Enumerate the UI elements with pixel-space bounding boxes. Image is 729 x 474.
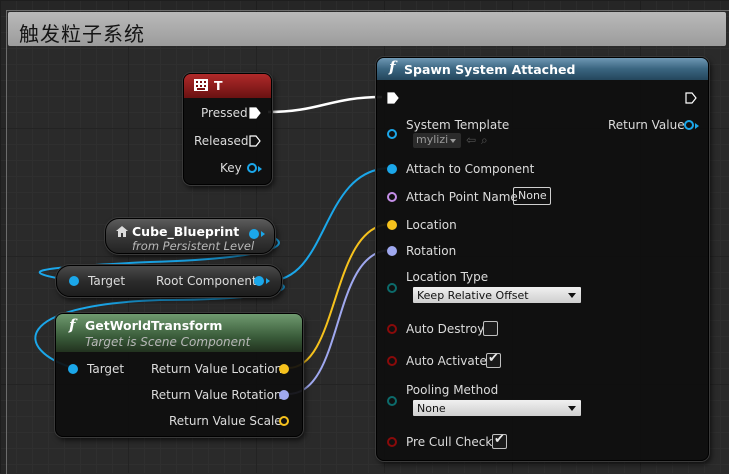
root-target-pin[interactable]: [69, 276, 79, 286]
attach-to-component-label: Attach to Component: [406, 162, 535, 176]
attach-to-component-pin[interactable]: [387, 164, 397, 174]
transform-target-pin[interactable]: [68, 364, 78, 374]
key-pin-arrow: [258, 166, 262, 172]
auto-destroy-pin[interactable]: [387, 324, 397, 334]
location-pin[interactable]: [387, 220, 397, 230]
root-output-label: Root Component: [156, 274, 257, 288]
pooling-method-pin[interactable]: [387, 396, 397, 406]
key-struct-pin[interactable]: [247, 163, 257, 173]
system-template-pin[interactable]: [387, 129, 397, 139]
key-event-title: T: [214, 78, 223, 93]
key-event-node[interactable]: T Pressed Released Key: [183, 73, 272, 185]
chevron-down-icon: [450, 139, 456, 143]
spawn-exec-in-pin[interactable]: [387, 92, 399, 104]
rotation-pin[interactable]: [387, 246, 397, 256]
location-type-dropdown[interactable]: Keep Relative Offset: [412, 286, 582, 304]
pressed-exec-pin[interactable]: [249, 107, 261, 119]
attach-point-name-pin[interactable]: [387, 192, 397, 202]
keyboard-icon: [194, 79, 208, 91]
spawn-title: Spawn System Attached: [404, 62, 576, 77]
return-scale-label: Return Value Scale: [169, 414, 282, 428]
return-rotation-label: Return Value Rotation: [151, 388, 282, 402]
pre-cull-check-pin[interactable]: [387, 437, 397, 447]
root-output-pin[interactable]: [254, 276, 264, 286]
house-icon: [116, 226, 128, 237]
attach-point-name-value: None: [518, 189, 547, 202]
use-selected-arrow-icon[interactable]: ⇦: [466, 133, 476, 147]
ref-subtitle: from Persistent Level: [132, 239, 255, 253]
return-rotation-pin[interactable]: [279, 390, 289, 400]
attach-point-name-input[interactable]: None: [513, 187, 551, 205]
return-location-label: Return Value Location: [151, 362, 283, 376]
ref-pin-arrow: [261, 231, 265, 237]
attach-point-name-label: Attach Point Name: [406, 190, 518, 204]
pooling-method-dropdown[interactable]: None: [412, 399, 582, 417]
object-wire-attach: [267, 167, 392, 282]
chevron-down-icon: [568, 293, 576, 298]
function-icon: f: [69, 316, 76, 334]
chevron-down-icon: [568, 406, 576, 411]
get-world-transform-node[interactable]: f GetWorldTransform Target is Scene Comp…: [55, 313, 303, 437]
spawn-system-attached-node[interactable]: f Spawn System Attached System Template …: [376, 57, 709, 461]
browse-search-icon[interactable]: ⌕: [481, 133, 488, 148]
root-target-label: Target: [88, 274, 126, 288]
auto-activate-checkbox[interactable]: [486, 351, 501, 368]
pre-cull-check-label: Pre Cull Check: [406, 435, 493, 449]
return-value-pin[interactable]: [684, 120, 694, 130]
auto-destroy-checkbox[interactable]: [483, 321, 498, 336]
transform-title: GetWorldTransform: [85, 318, 223, 333]
location-label: Location: [406, 218, 457, 232]
location-type-value: Keep Relative Offset: [417, 289, 529, 302]
auto-activate-label: Auto Activate: [406, 354, 487, 368]
spawn-exec-out-pin[interactable]: [685, 92, 697, 104]
pooling-method-label: Pooling Method: [406, 383, 499, 397]
ref-title: Cube_Blueprint: [132, 224, 240, 239]
pre-cull-check-checkbox[interactable]: [492, 432, 507, 449]
transform-target-label: Target: [87, 362, 125, 376]
system-template-label: System Template: [406, 118, 510, 132]
key-label: Key: [220, 161, 242, 175]
released-label: Released: [194, 134, 249, 148]
rotation-label: Rotation: [406, 244, 457, 258]
function-icon: f: [389, 58, 396, 76]
root-component-node[interactable]: Target Root Component: [56, 265, 282, 297]
transform-subtitle: Target is Scene Component: [85, 335, 251, 349]
return-value-label: Return Value: [608, 118, 685, 132]
auto-activate-pin[interactable]: [387, 356, 397, 366]
system-template-asset-box[interactable]: mylizi: [413, 133, 461, 148]
released-exec-pin[interactable]: [249, 135, 261, 147]
pressed-label: Pressed: [201, 106, 248, 120]
cube-blueprint-ref-node[interactable]: Cube_Blueprint from Persistent Level: [105, 218, 275, 254]
location-type-label: Location Type: [406, 270, 489, 284]
return-scale-pin[interactable]: [279, 416, 289, 426]
location-type-pin[interactable]: [387, 283, 397, 293]
auto-destroy-label: Auto Destroy: [406, 322, 485, 336]
ref-output-pin[interactable]: [249, 229, 259, 239]
pooling-method-value: None: [417, 402, 446, 415]
root-pin-arrow: [266, 278, 270, 284]
return-location-pin[interactable]: [279, 364, 289, 374]
exec-wire: [267, 95, 383, 114]
return-value-pin-arrow: [695, 123, 699, 129]
system-template-value: mylizi: [416, 133, 449, 146]
